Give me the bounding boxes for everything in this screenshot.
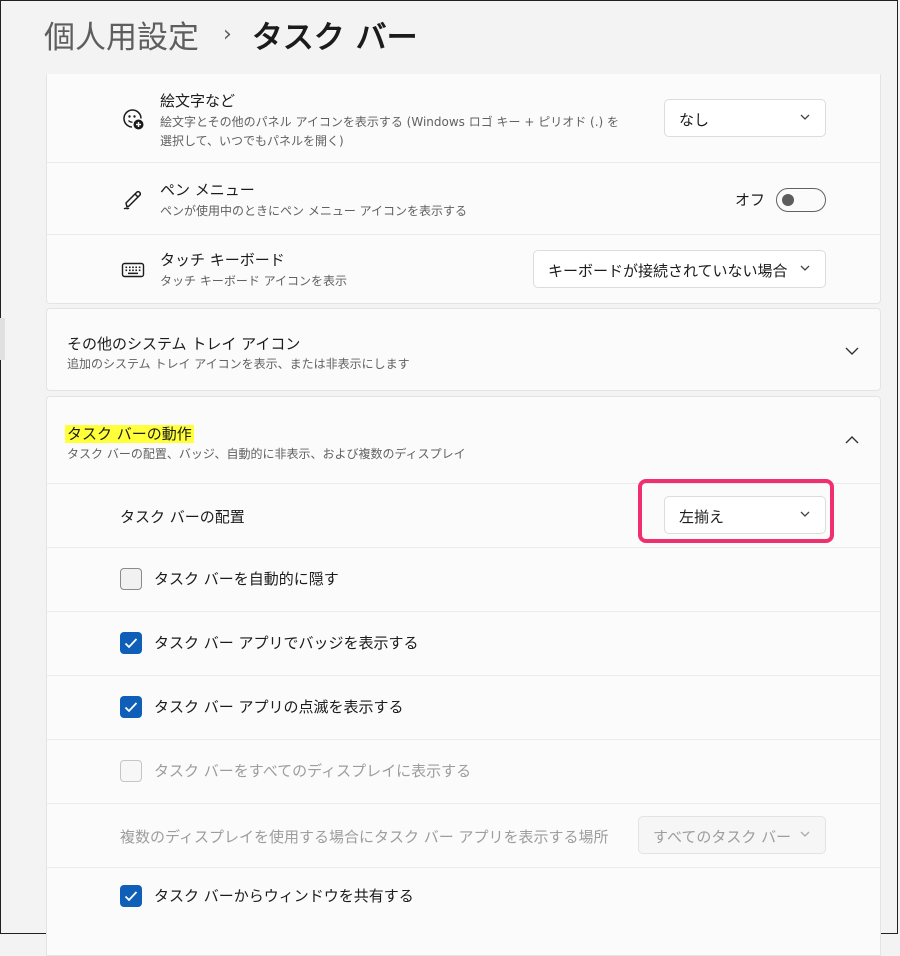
pen-menu-title: ペン メニュー — [160, 181, 255, 199]
emoji-title: 絵文字など — [160, 92, 236, 110]
flashing-row: タスク バー アプリの点滅を表示する — [47, 675, 880, 739]
pen-icon — [123, 190, 142, 210]
chevron-down-icon — [800, 114, 810, 120]
touch-keyboard-dropdown-value: キーボードが接続されていない場合 — [548, 262, 788, 280]
multi-display-label: 複数のディスプレイを使用する場合にタスク バー アプリを表示する場所 — [120, 828, 609, 846]
all-displays-row: タスク バーをすべてのディスプレイに表示する — [47, 739, 880, 803]
badges-row: タスク バー アプリでバッジを表示する — [47, 611, 880, 675]
multi-display-dropdown: すべてのタスク バー — [638, 816, 826, 854]
chevron-down-icon — [800, 265, 810, 271]
share-window-row: タスク バーからウィンドウを共有する — [47, 867, 880, 931]
touch-keyboard-title: タッチ キーボード — [160, 251, 285, 269]
system-tray-icons-card: 絵文字など 絵文字とその他のパネル アイコンを表示する (Windows ロゴ … — [46, 74, 881, 304]
emoji-desc-line2: 選択して、いつでもパネルを開く) — [160, 134, 344, 148]
share-window-label[interactable]: タスク バーからウィンドウを共有する — [154, 885, 414, 906]
pen-menu-toggle-label: オフ — [735, 191, 766, 209]
badges-label[interactable]: タスク バー アプリでバッジを表示する — [154, 632, 419, 653]
flashing-checkbox[interactable] — [120, 696, 142, 718]
auto-hide-row: タスク バーを自動的に隠す — [47, 547, 880, 611]
other-tray-icons-section[interactable]: その他のシステム トレイ アイコン 追加のシステム トレイ アイコンを表示、また… — [46, 308, 881, 391]
all-displays-checkbox — [120, 760, 142, 782]
checkmark-icon — [124, 891, 138, 902]
emoji-dropdown[interactable]: なし — [664, 99, 826, 137]
touch-keyboard-desc: タッチ キーボード アイコンを表示 — [160, 274, 348, 288]
touch-keyboard-row: タッチ キーボード タッチ キーボード アイコンを表示 キーボードが接続されてい… — [47, 234, 880, 303]
all-displays-label: タスク バーをすべてのディスプレイに表示する — [154, 762, 472, 780]
annotation-highlight-box — [638, 479, 834, 543]
pen-menu-toggle[interactable] — [776, 188, 826, 212]
window-edge — [0, 318, 5, 360]
checkmark-icon — [124, 702, 138, 713]
badges-checkbox[interactable] — [120, 632, 142, 654]
multi-display-row: 複数のディスプレイを使用する場合にタスク バー アプリを表示する場所 すべてのタ… — [47, 803, 880, 867]
pen-menu-desc: ペンが使用中のときにペン メニュー アイコンを表示する — [160, 204, 468, 218]
chevron-up-icon[interactable] — [844, 432, 860, 448]
share-window-checkbox[interactable] — [120, 885, 142, 907]
emoji-row: 絵文字など 絵文字とその他のパネル アイコンを表示する (Windows ロゴ … — [47, 74, 880, 162]
touch-keyboard-dropdown[interactable]: キーボードが接続されていない場合 — [533, 250, 826, 288]
auto-hide-label[interactable]: タスク バーを自動的に隠す — [154, 568, 339, 589]
chevron-down-icon[interactable] — [844, 343, 860, 359]
taskbar-behaviors-title: タスク バーの動作 — [65, 423, 194, 444]
other-tray-desc: 追加のシステム トレイ アイコンを表示、または非表示にします — [67, 357, 410, 371]
flashing-label[interactable]: タスク バー アプリの点滅を表示する — [154, 696, 404, 717]
emoji-desc-line1: 絵文字とその他のパネル アイコンを表示する (Windows ロゴ キー + ピ… — [160, 115, 620, 129]
emoji-panel-icon — [123, 109, 144, 130]
other-tray-title: その他のシステム トレイ アイコン — [67, 335, 301, 353]
checkmark-icon — [124, 638, 138, 649]
auto-hide-checkbox[interactable] — [120, 568, 142, 590]
breadcrumb: 個人用設定 › タスク バー — [44, 12, 418, 56]
pen-menu-row: ペン メニュー ペンが使用中のときにペン メニュー アイコンを表示する オフ — [47, 162, 880, 234]
multi-display-value: すべてのタスク バー — [653, 828, 792, 846]
chevron-down-icon — [800, 831, 810, 837]
page-title: タスク バー — [251, 19, 418, 56]
keyboard-icon — [121, 262, 145, 278]
highlighted-title: タスク バーの動作 — [65, 425, 194, 443]
taskbar-behaviors-desc: タスク バーの配置、バッジ、自動的に非表示、および複数のディスプレイ — [67, 447, 466, 461]
taskbar-behaviors-header[interactable]: タスク バーの動作 タスク バーの配置、バッジ、自動的に非表示、および複数のディ… — [47, 397, 880, 483]
taskbar-alignment-label: タスク バーの配置 — [120, 508, 245, 526]
breadcrumb-parent[interactable]: 個人用設定 — [44, 12, 199, 57]
emoji-dropdown-value: なし — [679, 111, 710, 129]
toggle-knob — [782, 194, 794, 206]
breadcrumb-separator: › — [223, 21, 232, 47]
